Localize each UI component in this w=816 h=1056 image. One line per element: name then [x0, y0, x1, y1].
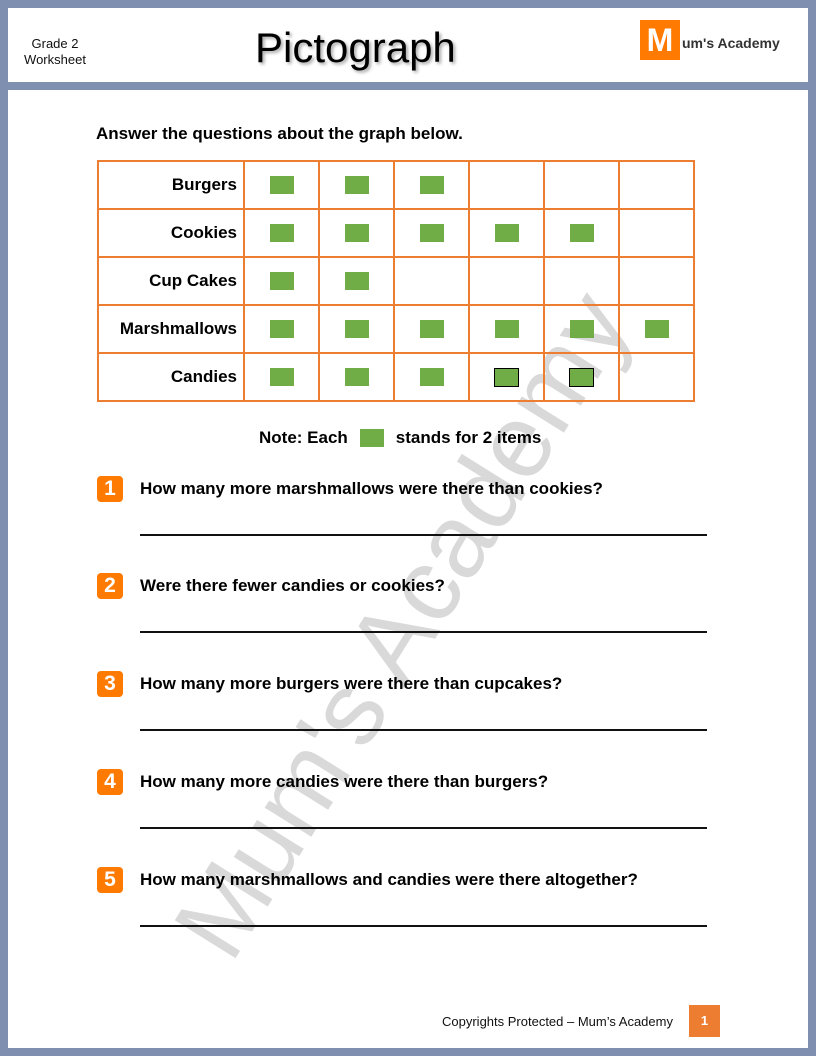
table-row: Marshmallows [97, 304, 695, 354]
pictograph-symbol [344, 367, 369, 386]
table-cell [618, 208, 695, 258]
pictograph-symbol [269, 175, 294, 194]
table-cell [543, 304, 620, 354]
table-cell [543, 160, 620, 210]
grade-label: Grade 2 Worksheet [18, 36, 92, 68]
question-text: How many more burgers were there than cu… [140, 674, 563, 693]
question-number-badge: 3 [97, 671, 123, 697]
table-cell [393, 304, 470, 354]
question-text: How many more candies were there than bu… [140, 772, 549, 791]
row-label: Cookies [97, 208, 245, 258]
table-cell [318, 256, 395, 306]
pictograph-symbol [494, 319, 519, 338]
pictograph-symbol [494, 223, 519, 242]
page-title: Pictograph [255, 24, 456, 71]
question-text: How many more marshmallows were there th… [140, 479, 603, 498]
question-text: How many marshmallows and candies were t… [140, 870, 638, 889]
pictograph-symbol [419, 367, 444, 386]
footer-copyright: Copyrights Protected – Mum’s Academy [442, 1014, 673, 1029]
answer-line[interactable] [140, 925, 707, 927]
table-cell [243, 256, 320, 306]
worksheet-text: Worksheet [24, 52, 86, 67]
table-cell [543, 256, 620, 306]
table-cell [618, 304, 695, 354]
table-row: Cup Cakes [97, 256, 695, 306]
grade-text: Grade 2 [31, 36, 79, 51]
table-cell [468, 256, 545, 306]
table-cell [468, 352, 545, 402]
pictograph-symbol [269, 223, 294, 242]
header: Grade 2 Worksheet Pictograph M um's Acade… [8, 8, 808, 82]
table-cell [618, 352, 695, 402]
table-cell [318, 304, 395, 354]
table-cell [243, 304, 320, 354]
question-number-badge: 4 [97, 769, 123, 795]
logo-letter: M [640, 20, 680, 60]
table-cell [393, 160, 470, 210]
table-cell [243, 160, 320, 210]
table-cell [393, 208, 470, 258]
instructions: Answer the questions about the graph bel… [96, 124, 463, 143]
pictograph-symbol [344, 271, 369, 290]
answer-line[interactable] [140, 534, 707, 536]
pictograph-symbol [569, 367, 594, 387]
question-text: Were there fewer candies or cookies? [140, 576, 445, 595]
table-cell [543, 208, 620, 258]
pictograph-symbol [419, 319, 444, 338]
table-cell [318, 208, 395, 258]
pictograph-symbol [494, 367, 519, 387]
pictograph-symbol [269, 319, 294, 338]
page-number: 1 [689, 1005, 720, 1037]
worksheet-body: Mum's Academy Answer the questions about… [8, 90, 808, 1048]
answer-line[interactable] [140, 729, 707, 731]
pictograph-symbol [569, 223, 594, 242]
table-cell [243, 208, 320, 258]
row-label: Cup Cakes [97, 256, 245, 306]
pictograph-symbol [419, 175, 444, 194]
row-label: Burgers [97, 160, 245, 210]
legend-symbol [359, 429, 384, 447]
question-number-badge: 5 [97, 867, 123, 893]
table-cell [318, 160, 395, 210]
table-cell [618, 256, 695, 306]
table-row: Cookies [97, 208, 695, 258]
pictograph-symbol [344, 175, 369, 194]
table-cell [318, 352, 395, 402]
pictograph-symbol [344, 319, 369, 338]
row-label: Marshmallows [97, 304, 245, 354]
legend-note: Note: Each stands for 2 items [259, 428, 541, 448]
table-row: Burgers [97, 160, 695, 210]
pictograph-symbol [644, 319, 669, 338]
row-label: Candies [97, 352, 245, 402]
question-number-badge: 2 [97, 573, 123, 599]
pictograph-table: Burgers Cookies Cup Cakes Marshmallows Candi… [97, 160, 695, 402]
table-cell [393, 256, 470, 306]
table-cell [618, 160, 695, 210]
table-cell [468, 208, 545, 258]
logo-text: um's Academy [682, 35, 780, 51]
pictograph-symbol [269, 271, 294, 290]
table-cell [243, 352, 320, 402]
logo: M um's Academy [640, 20, 780, 60]
table-cell [543, 352, 620, 402]
answer-line[interactable] [140, 631, 707, 633]
pictograph-symbol [569, 319, 594, 338]
pictograph-symbol [344, 223, 369, 242]
pictograph-symbol [269, 367, 294, 386]
answer-line[interactable] [140, 827, 707, 829]
question-number-badge: 1 [97, 476, 123, 502]
note-prefix: Note: Each [259, 428, 348, 447]
table-row: Candies [97, 352, 695, 402]
pictograph-symbol [419, 223, 444, 242]
table-cell [468, 160, 545, 210]
note-suffix: stands for 2 items [395, 428, 542, 447]
table-cell [468, 304, 545, 354]
table-cell [393, 352, 470, 402]
